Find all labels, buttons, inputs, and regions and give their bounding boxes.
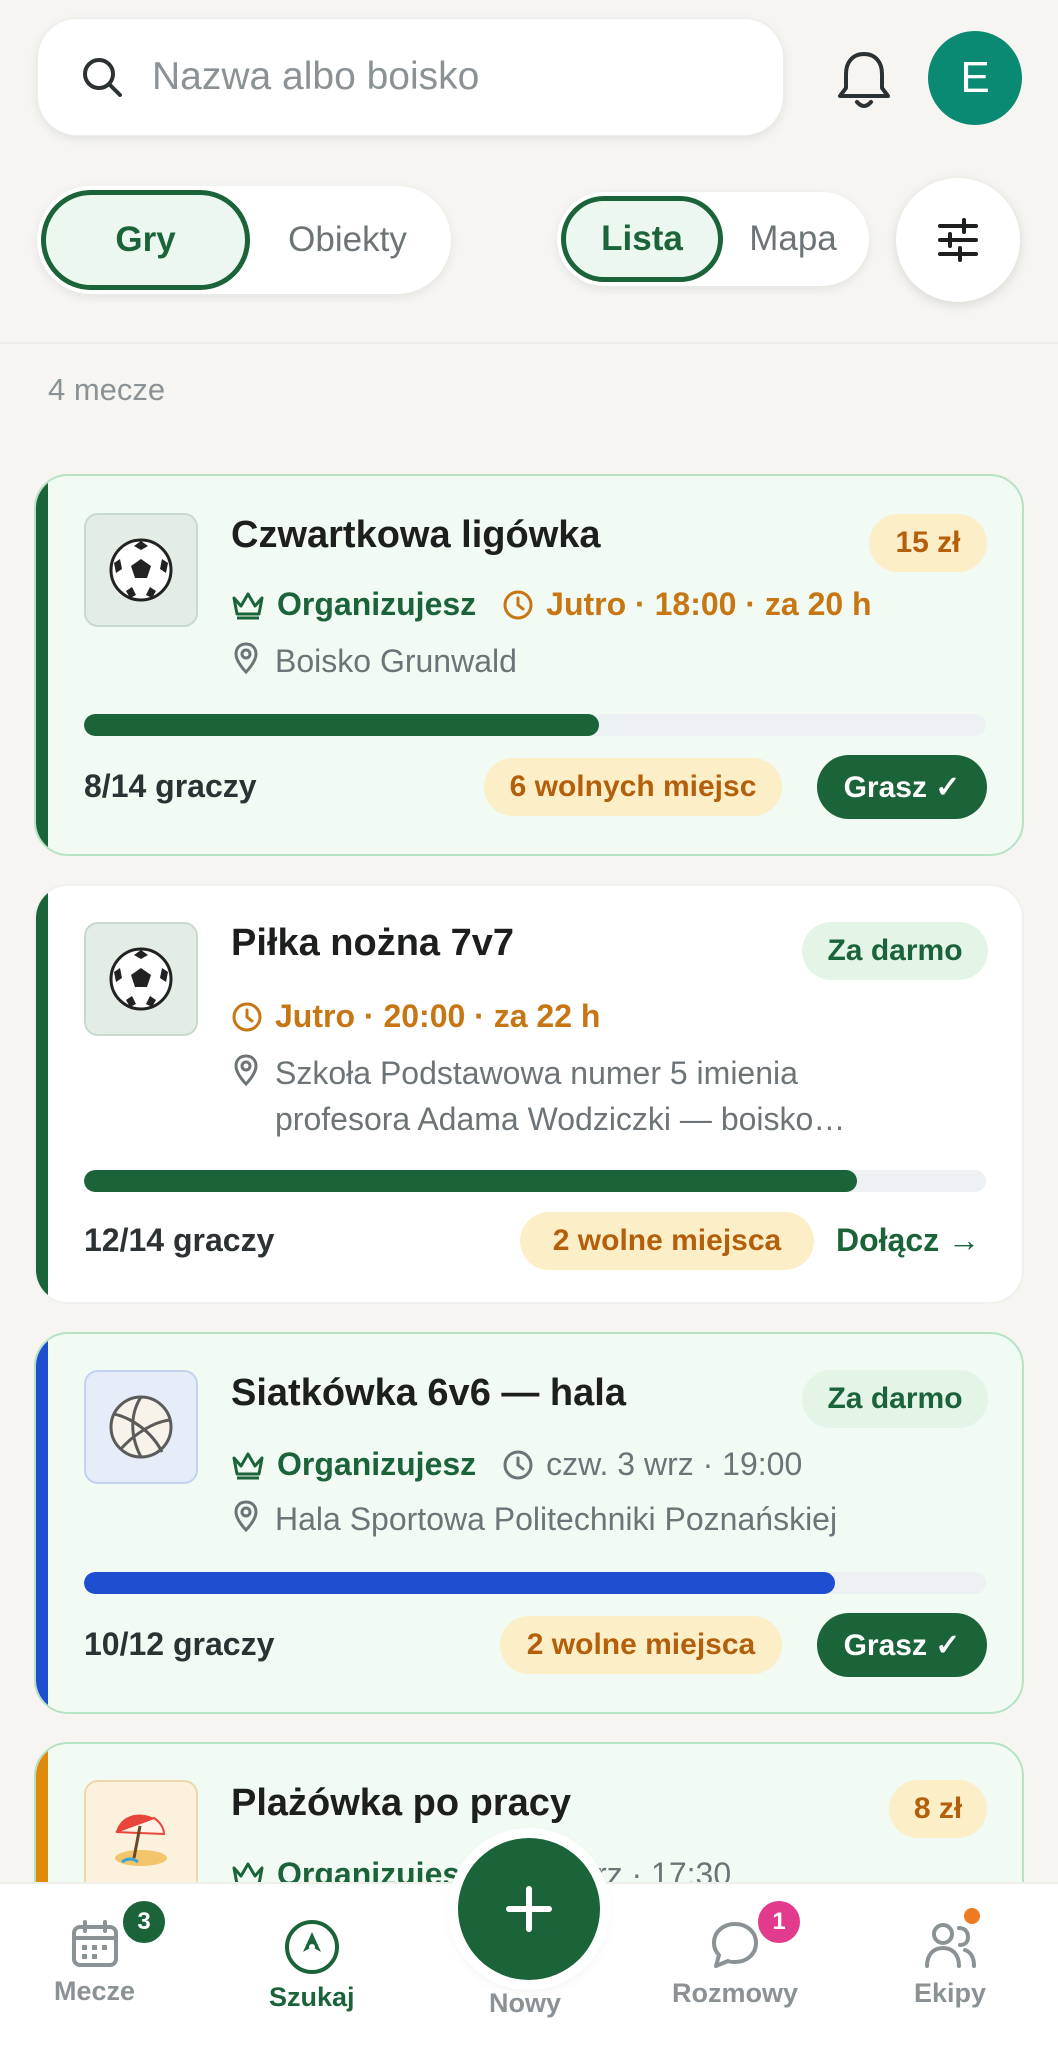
game-meta: Organizujesz Jutro · 18:00 · za 20 h [231, 586, 872, 623]
volleyball-icon [84, 1370, 198, 1484]
nav-label: Mecze [54, 1976, 136, 2006]
card-accent-stripe [36, 476, 48, 854]
search-icon [83, 58, 122, 97]
card-accent-stripe [36, 1334, 48, 1712]
progress-fill [84, 714, 600, 736]
plus-icon [506, 1886, 552, 1932]
compass-icon [284, 1920, 339, 1974]
free-slots-badge: 2 wolne miejsca [520, 1212, 814, 1270]
price-badge: Za darmo [802, 1370, 988, 1428]
location-pin-icon [234, 1500, 258, 1533]
matches-badge: 3 [120, 1898, 168, 1946]
new-game-button[interactable] [458, 1838, 600, 1980]
tab-venues[interactable]: Obiekty [250, 190, 445, 290]
game-card[interactable]: Siatkówka 6v6 — hala Za darmo Organizuje… [34, 1332, 1024, 1714]
chat-bubble-icon [712, 1922, 758, 1968]
tab-map[interactable]: Mapa [723, 196, 863, 282]
soccer-ball-icon [84, 513, 198, 627]
location-pin-icon [234, 1054, 258, 1087]
nav-label: Szukaj [269, 1982, 355, 2012]
beach-umbrella-icon [84, 1780, 198, 1894]
players-count: 8/14 graczy [84, 768, 257, 804]
bell-icon[interactable] [834, 48, 894, 112]
messages-badge: 1 [755, 1898, 803, 1946]
players-progress-bar [84, 714, 986, 736]
nav-search[interactable]: Szukaj [269, 1918, 355, 2013]
playing-button[interactable]: Grasz ✓ [817, 1613, 987, 1677]
results-count: 4 mecze [48, 372, 166, 407]
organizer-label: Organizujesz [277, 1446, 477, 1482]
mode-toggle: Gry Obiekty [37, 186, 451, 294]
tab-games[interactable]: Gry [41, 190, 250, 290]
location-pin-icon [234, 642, 258, 675]
clock-icon [503, 590, 533, 619]
teams-notification-dot [964, 1908, 980, 1924]
game-location: Hala Sportowa Politechniki Poznańskiej [231, 1496, 837, 1542]
search-input[interactable]: Nazwa albo boisko [37, 18, 784, 136]
game-time: Jutro · 18:00 · za 20 h [546, 586, 872, 622]
location-text-line2: profesora Adama Wodziczki — boisko… [275, 1101, 846, 1137]
game-meta: Organizujesz czw. 3 wrz · 19:00 [231, 1446, 802, 1483]
price-badge: 8 zł [889, 1780, 987, 1838]
card-accent-stripe [36, 886, 48, 1302]
filter-button[interactable] [896, 178, 1020, 302]
nav-label: Rozmowy [672, 1978, 799, 2008]
game-card[interactable]: Piłka nożna 7v7 Za darmo Jutro · 20:00 ·… [34, 884, 1024, 1304]
game-title: Siatkówka 6v6 — hala [231, 1372, 626, 1414]
crown-icon [232, 1452, 264, 1479]
join-button[interactable]: Dołącz → [836, 1222, 980, 1259]
game-card[interactable]: Czwartkowa ligówka 15 zł Organizujesz Ju… [34, 474, 1024, 856]
people-icon [925, 1923, 977, 1968]
soccer-ball-icon [84, 922, 198, 1036]
location-text: Hala Sportowa Politechniki Poznańskiej [275, 1501, 838, 1537]
nav-label: Ekipy [914, 1978, 987, 2008]
playing-button[interactable]: Grasz ✓ [817, 755, 987, 819]
avatar-initial: E [960, 53, 990, 102]
search-placeholder: Nazwa albo boisko [152, 55, 480, 98]
players-progress-bar [84, 1572, 986, 1594]
game-location: Szkoła Podstawowa numer 5 imienia profes… [231, 1050, 845, 1142]
price-badge: 15 zł [869, 514, 987, 572]
game-title: Piłka nożna 7v7 [231, 922, 515, 964]
calendar-icon [71, 1920, 118, 1967]
sliders-icon [938, 218, 978, 262]
price-badge: Za darmo [802, 922, 988, 980]
progress-fill [84, 1572, 836, 1594]
free-slots-badge: 6 wolnych miejsc [484, 758, 782, 816]
divider [0, 342, 1058, 344]
game-time: czw. 3 wrz · 19:00 [546, 1446, 803, 1482]
players-count: 12/14 graczy [84, 1222, 275, 1258]
game-title: Plażówka po pracy [231, 1782, 572, 1824]
clock-icon [232, 1002, 262, 1031]
view-toggle: Lista Mapa [557, 192, 869, 286]
game-time: Jutro · 20:00 · za 22 h [275, 998, 601, 1034]
nav-new[interactable]: Nowy [489, 1982, 561, 2019]
tab-list[interactable]: Lista [561, 196, 723, 282]
players-progress-bar [84, 1170, 986, 1192]
crown-icon [232, 592, 264, 619]
location-text-line1: Szkoła Podstawowa numer 5 imienia [275, 1055, 798, 1091]
avatar[interactable]: E [928, 31, 1022, 125]
players-count: 10/12 graczy [84, 1626, 275, 1662]
clock-icon [503, 1450, 533, 1479]
game-location: Boisko Grunwald [231, 638, 517, 684]
free-slots-badge: 2 wolne miejsca [500, 1616, 782, 1674]
progress-fill [84, 1170, 857, 1192]
organizer-label: Organizujesz [277, 586, 477, 622]
game-meta: Jutro · 20:00 · za 22 h [231, 998, 600, 1035]
game-title: Czwartkowa ligówka [231, 514, 601, 556]
location-text: Boisko Grunwald [275, 643, 517, 679]
nav-label: Nowy [489, 1988, 562, 2018]
nav-teams[interactable]: Ekipy [914, 1918, 986, 2009]
